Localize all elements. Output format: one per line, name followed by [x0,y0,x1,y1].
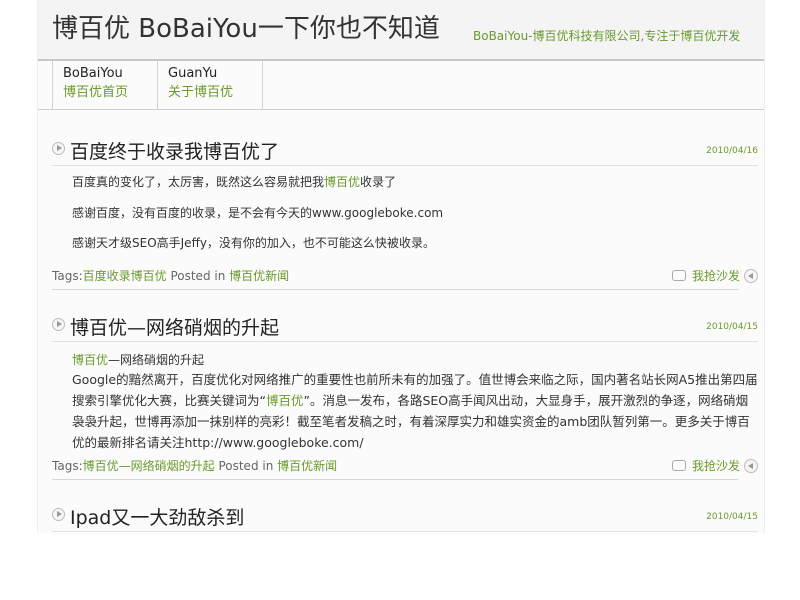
title-divider [52,165,758,166]
post-arrow-icon [52,142,65,155]
category-link[interactable]: 博百优新闻 [229,269,289,283]
post-item: 博百优—网络硝烟的升起 2010/04/15 博百优—网络硝烟的升起 Googl… [52,313,758,483]
category-link[interactable]: 博百优新闻 [277,459,337,473]
main-nav: BoBaiYou 博百优首页 GuanYu 关于博百优 [52,61,263,109]
title-divider [52,531,758,532]
tag-link[interactable]: 博百优—网络硝烟的升起 [83,459,215,473]
comment-link[interactable]: 我抢沙发 [692,459,740,473]
post-paragraph: 感谢百度，没有百度的收录，是不会有今天的www.googleboke.com [72,206,444,220]
comment-bubble-icon [671,270,686,281]
post-meta: Tags:博百优—网络硝烟的升起 Posted in 博百优新闻 [52,459,338,473]
nav-item-en-label: BoBaiYou [63,66,123,81]
tag-link[interactable]: 百度收录博百优 [83,269,167,283]
post-item: 百度终于收录我博百优了 2010/04/16 百度真的变化了，太厉害，既然这么容… [52,137,758,297]
post-arrow-icon [52,508,65,521]
site-title[interactable]: 博百优 BoBaiYou一下你也不知道 [52,8,440,45]
nav-item-cn-label: 关于博百优 [168,85,234,100]
nav-item-en-label: GuanYu [168,66,218,81]
comment-area: 我抢沙发 [671,457,758,474]
nav-item-cn-label: 博百优首页 [63,85,129,100]
post-paragraph: 百度真的变化了，太厉害，既然这么容易就把我博百优收录了 [72,175,397,189]
post-title[interactable]: 博百优—网络硝烟的升起 [70,313,279,340]
title-divider [52,341,758,342]
post-paragraph: 博百优—网络硝烟的升起 [72,353,205,367]
nav-item-about[interactable]: GuanYu 关于博百优 [158,61,263,109]
site-tagline: BoBaiYou-博百优科技有限公司,专注于博百优开发 [473,29,741,43]
inline-link[interactable]: 博百优 [324,175,360,189]
site-header: 博百优 BoBaiYou一下你也不知道 BoBaiYou-博百优科技有限公司,专… [38,0,764,61]
post-divider [52,289,738,290]
post-meta: Tags:百度收录博百优 Posted in 博百优新闻 [52,269,290,283]
back-arrow-icon[interactable] [744,269,758,283]
post-date: 2010/04/15 [706,322,758,332]
post-divider [52,479,738,480]
comment-bubble-icon [671,460,686,471]
comment-link[interactable]: 我抢沙发 [692,269,740,283]
post-title[interactable]: Ipad又一大劲敌杀到 [70,503,244,530]
post-paragraph: Google的黯然离开，百度优化对网络推广的重要性也前所未有的加强了。值世博会来… [72,372,758,450]
post-arrow-icon [52,318,65,331]
inline-link[interactable]: 博百优 [72,353,108,367]
nav-divider [38,109,764,110]
nav-item-home[interactable]: BoBaiYou 博百优首页 [53,61,158,109]
post-paragraph: 感谢天才级SEO高手Jeffy，没有你的加入，也不可能这么快被收录。 [72,236,435,250]
page-container: 博百优 BoBaiYou一下你也不知道 BoBaiYou-博百优科技有限公司,专… [37,0,765,533]
back-arrow-icon[interactable] [744,459,758,473]
post-item: Ipad又一大劲敌杀到 2010/04/15 [52,503,758,533]
comment-area: 我抢沙发 [671,267,758,284]
post-title[interactable]: 百度终于收录我博百优了 [70,137,279,164]
post-date: 2010/04/15 [706,512,758,522]
post-date: 2010/04/16 [706,146,758,156]
inline-link[interactable]: 博百优 [266,393,304,408]
